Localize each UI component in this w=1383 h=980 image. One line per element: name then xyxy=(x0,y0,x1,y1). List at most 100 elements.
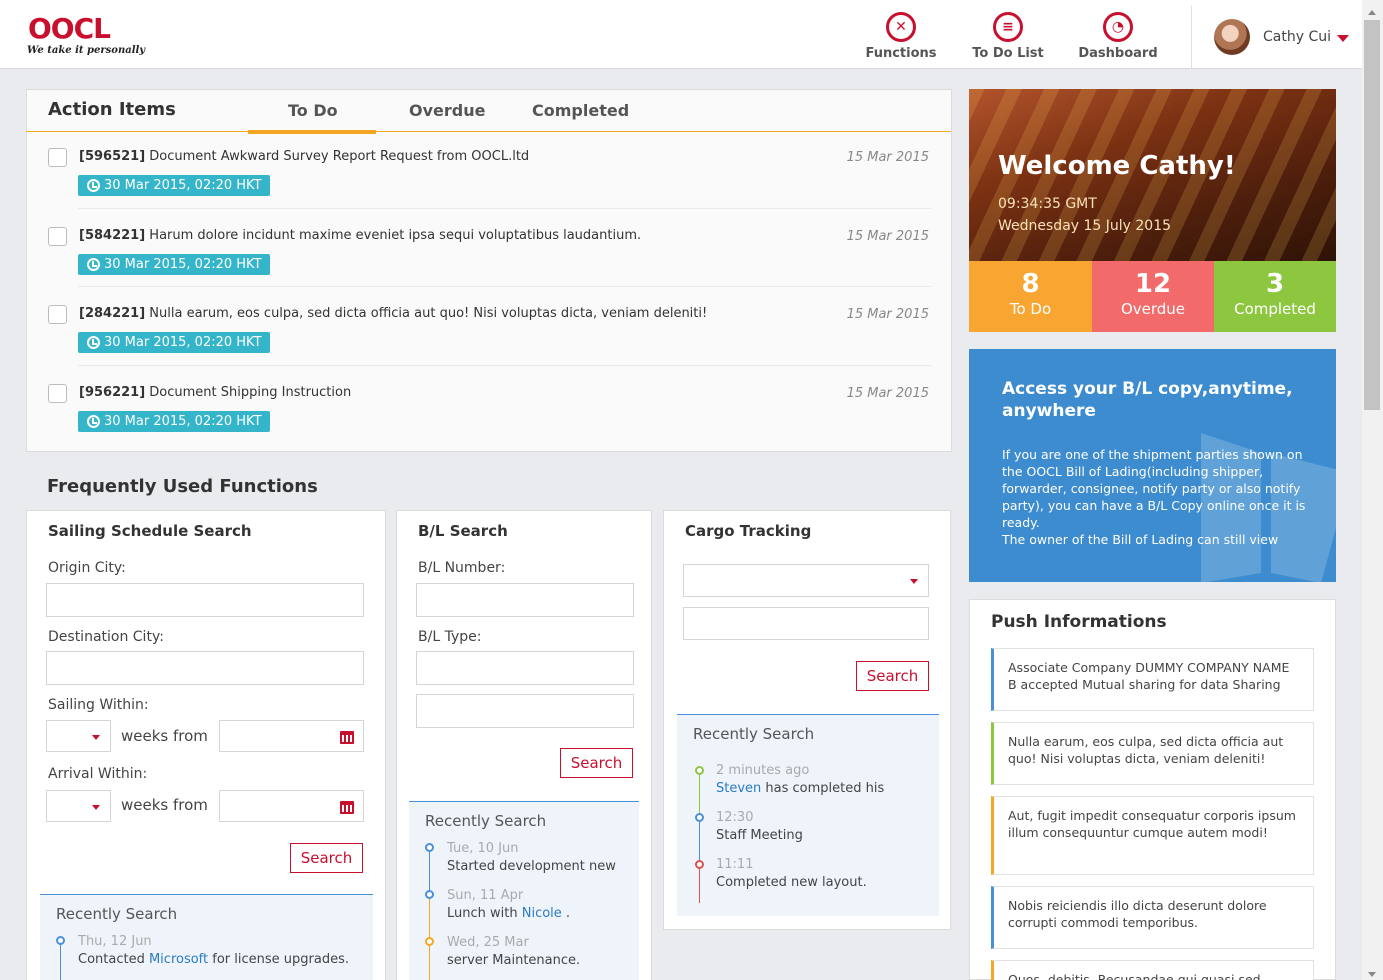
tabs-underline xyxy=(26,131,951,132)
bl-card-title: B/L Search xyxy=(418,522,508,540)
timeline-line xyxy=(699,865,700,903)
destination-city-input[interactable] xyxy=(46,651,364,685)
timeline-text: server Maintenance. xyxy=(447,953,581,968)
nav-todo-list-label: To Do List xyxy=(972,46,1044,61)
action-item-text[interactable]: [596521] Document Awkward Survey Report … xyxy=(79,149,529,164)
destination-city-label: Destination City: xyxy=(48,629,164,645)
timeline-time: 2 minutes ago xyxy=(716,763,810,778)
divider xyxy=(78,365,931,366)
timeline-line xyxy=(699,818,700,865)
push-item[interactable]: Associate Company DUMMY COMPANY NAME B a… xyxy=(991,648,1314,711)
action-items-title: Action Items xyxy=(48,99,176,120)
deadline-badge: 30 Mar 2015, 02:20 HKT xyxy=(78,175,270,196)
origin-city-label: Origin City: xyxy=(48,560,126,576)
timeline-text: Completed new layout. xyxy=(716,875,867,890)
calendar-icon[interactable] xyxy=(340,731,354,744)
push-item[interactable]: Nobis reiciendis illo dicta deserunt dol… xyxy=(991,886,1314,949)
push-informations-panel: Push Informations Associate Company DUMM… xyxy=(969,599,1336,980)
nav-dashboard[interactable]: ◔ Dashboard xyxy=(1063,12,1173,61)
action-item-checkbox[interactable] xyxy=(48,384,67,403)
cargo-number-input[interactable] xyxy=(683,607,929,640)
welcome-date: Wednesday 15 July 2015 xyxy=(998,218,1172,234)
arrival-date-input[interactable] xyxy=(219,790,364,822)
action-item-checkbox[interactable] xyxy=(48,305,67,324)
nav-functions[interactable]: ✕ Functions xyxy=(846,12,956,61)
bl-number-label: B/L Number: xyxy=(418,560,506,576)
dashboard-icon: ◔ xyxy=(1103,12,1133,42)
nav-dashboard-label: Dashboard xyxy=(1078,46,1158,61)
action-item-text[interactable]: [956221] Document Shipping Instruction xyxy=(79,385,351,400)
stat-overdue[interactable]: 12 Overdue xyxy=(1092,261,1214,332)
push-item[interactable]: Aut, fugit impedit consequatur corporis … xyxy=(991,796,1314,875)
divider xyxy=(78,286,931,287)
bl-number-input[interactable] xyxy=(416,583,634,617)
welcome-time: 09:34:35 GMT xyxy=(998,196,1097,212)
oocl-logo[interactable]: OOCL xyxy=(28,14,111,44)
bl-promo-banner[interactable]: Access your B/L copy,anytime, anywhere I… xyxy=(969,349,1336,582)
timeline-text: Steven has completed his xyxy=(716,781,885,796)
nicole-link[interactable]: Nicole xyxy=(522,906,562,921)
timeline-time: Tue, 10 Jun xyxy=(447,841,519,856)
cargo-type-select[interactable] xyxy=(683,564,929,597)
action-item: [596521] Document Awkward Survey Report … xyxy=(48,148,931,209)
sailing-weeks-select[interactable] xyxy=(46,720,111,752)
timeline-dot xyxy=(695,813,704,822)
stat-value: 3 xyxy=(1265,269,1285,299)
cargo-card-title: Cargo Tracking xyxy=(685,522,812,540)
welcome-title: Welcome Cathy! xyxy=(998,151,1236,181)
arrival-weeks-select[interactable] xyxy=(46,790,111,822)
microsoft-link[interactable]: Microsoft xyxy=(149,952,208,967)
action-item-date: 15 Mar 2015 xyxy=(846,229,929,244)
clock-icon xyxy=(87,336,100,349)
push-item[interactable]: Nulla earum, eos culpa, sed dicta offici… xyxy=(991,722,1314,785)
divider xyxy=(78,208,931,209)
stat-label: To Do xyxy=(1009,300,1052,318)
cargo-search-button[interactable]: Search xyxy=(856,661,929,691)
timeline-dot xyxy=(695,860,704,869)
sailing-search-button[interactable]: Search xyxy=(290,843,363,873)
user-menu-chevron-down-icon[interactable] xyxy=(1337,35,1349,42)
steven-link[interactable]: Steven xyxy=(716,781,761,796)
action-item-date: 15 Mar 2015 xyxy=(846,307,929,322)
bl-extra-input[interactable] xyxy=(416,694,634,728)
bl-search-button[interactable]: Search xyxy=(560,748,633,778)
welcome-banner: Welcome Cathy! 09:34:35 GMT Wednesday 15… xyxy=(969,89,1336,261)
action-item-text[interactable]: [284221] Nulla earum, eos culpa, sed dic… xyxy=(79,306,707,321)
page-scrollbar[interactable] xyxy=(1362,0,1383,980)
calendar-icon[interactable] xyxy=(340,801,354,814)
timeline-line xyxy=(699,771,700,818)
timeline-time: 11:11 xyxy=(716,857,754,872)
timeline-time: Thu, 12 Jun xyxy=(78,934,152,949)
stat-label: Overdue xyxy=(1120,300,1186,318)
action-item-checkbox[interactable] xyxy=(48,227,67,246)
tab-overdue[interactable]: Overdue xyxy=(409,101,485,120)
user-avatar[interactable] xyxy=(1214,19,1250,55)
timeline-line xyxy=(429,846,430,896)
bl-type-label: B/L Type: xyxy=(418,629,482,645)
timeline-dot xyxy=(425,890,434,899)
bl-type-input[interactable] xyxy=(416,651,634,685)
chevron-down-icon xyxy=(910,579,918,584)
nav-todo-list[interactable]: ≡ To Do List xyxy=(953,12,1063,61)
origin-city-input[interactable] xyxy=(46,583,364,617)
action-item-checkbox[interactable] xyxy=(48,148,67,167)
scroll-thumb[interactable] xyxy=(1364,20,1380,410)
deadline-badge: 30 Mar 2015, 02:20 HKT xyxy=(78,411,270,432)
stat-to-do[interactable]: 8 To Do xyxy=(969,261,1092,332)
sailing-date-input[interactable] xyxy=(219,720,364,752)
sailing-within-label: Sailing Within: xyxy=(48,697,149,713)
deadline-badge: 30 Mar 2015, 02:20 HKT xyxy=(78,254,270,275)
user-name[interactable]: Cathy Cui xyxy=(1263,29,1331,45)
scroll-up-icon[interactable] xyxy=(1368,10,1376,15)
push-title: Push Informations xyxy=(991,612,1167,632)
stat-label: Completed xyxy=(1234,300,1316,318)
action-item-date: 15 Mar 2015 xyxy=(846,150,929,165)
push-item[interactable]: Quos, debitis. Recusandae qui quasi sed xyxy=(991,960,1314,980)
tab-to-do[interactable]: To Do xyxy=(288,101,338,120)
clock-icon xyxy=(87,258,100,271)
timeline-dot xyxy=(56,936,65,945)
action-item-text[interactable]: [584221] Harum dolore incidunt maxime ev… xyxy=(79,228,641,243)
stat-completed[interactable]: 3 Completed xyxy=(1214,261,1336,332)
scroll-down-icon[interactable] xyxy=(1368,972,1376,977)
tab-completed[interactable]: Completed xyxy=(532,101,629,120)
